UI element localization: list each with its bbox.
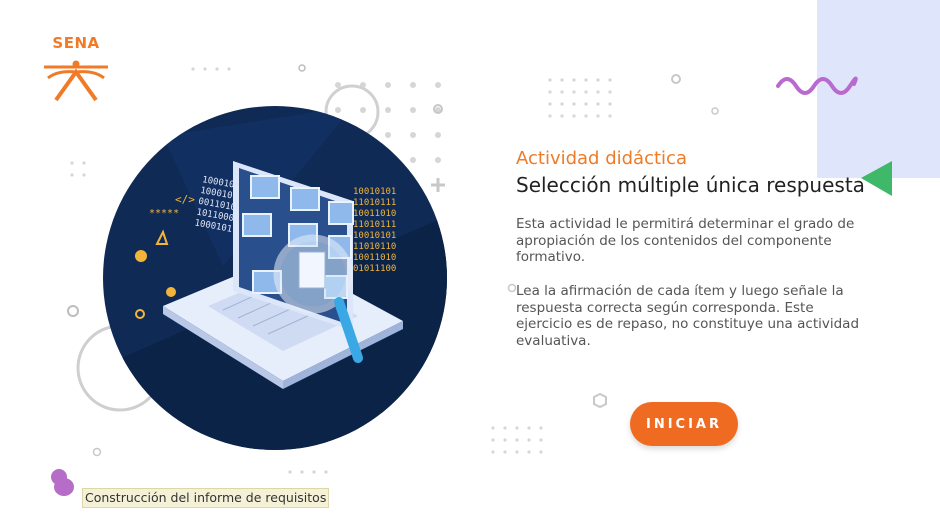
start-button[interactable]: INICIAR xyxy=(630,402,738,446)
decorative-dot xyxy=(596,78,600,82)
decorative-dot xyxy=(491,450,495,454)
svg-text:10010101: 10010101 xyxy=(353,187,396,197)
activity-title: Selección múltiple única respuesta xyxy=(516,173,865,197)
sena-logo-mark xyxy=(44,60,108,102)
svg-text:11010110: 11010110 xyxy=(353,242,396,252)
decorative-dot xyxy=(560,78,564,82)
hero-illustration: 10010101 11010111 10011010 11010111 1001… xyxy=(103,106,447,450)
decorative-dot xyxy=(560,114,564,118)
decorative-dot xyxy=(548,78,552,82)
decorative-dot xyxy=(70,173,74,177)
decorative-dot xyxy=(596,102,600,106)
decorative-dot xyxy=(584,78,588,82)
decorative-dot xyxy=(385,82,391,88)
svg-text:10010101: 10010101 xyxy=(353,231,396,241)
decorative-dot xyxy=(82,173,86,177)
decorative-dot xyxy=(548,102,552,106)
svg-text:*****: ***** xyxy=(149,208,179,219)
decorative-dot xyxy=(548,90,552,94)
svg-text:10011010: 10011010 xyxy=(353,253,396,263)
decorative-dot xyxy=(435,82,441,88)
decorative-blue-panel xyxy=(817,0,940,178)
decorative-dot xyxy=(515,450,519,454)
svg-text:11010111: 11010111 xyxy=(353,220,396,230)
decorative-dot xyxy=(410,82,416,88)
decorative-dot xyxy=(70,161,74,165)
decorative-dot xyxy=(608,114,612,118)
decorative-dot xyxy=(335,82,341,88)
decorative-dot xyxy=(324,470,328,474)
decorative-dot xyxy=(572,90,576,94)
decorative-dot xyxy=(548,114,552,118)
activity-instructions: Lea la afirmación de cada ítem y luego s… xyxy=(516,283,860,349)
decorative-dot xyxy=(560,102,564,106)
decorative-dot xyxy=(572,102,576,106)
decorative-dot xyxy=(584,102,588,106)
decorative-dot xyxy=(503,450,507,454)
decorative-dot xyxy=(596,114,600,118)
decorative-dot xyxy=(203,67,207,71)
decorative-dot xyxy=(515,438,519,442)
course-name-label: Construcción del informe de requisitos xyxy=(82,488,330,508)
svg-text:01011100: 01011100 xyxy=(353,264,396,274)
decorative-dot xyxy=(503,438,507,442)
decorative-dot xyxy=(491,438,495,442)
decorative-dot xyxy=(191,67,195,71)
decorative-dot xyxy=(584,114,588,118)
activity-description: Esta actividad le permitirá determinar e… xyxy=(516,216,855,265)
decorative-dot xyxy=(539,438,543,442)
svg-text:11010111: 11010111 xyxy=(353,198,396,208)
svg-text:10011010: 10011010 xyxy=(353,209,396,219)
decorative-dot xyxy=(527,450,531,454)
decorative-dot xyxy=(360,82,366,88)
decorative-dot xyxy=(300,470,304,474)
decorative-dot xyxy=(539,426,543,430)
decorative-dot xyxy=(82,161,86,165)
decorative-dot xyxy=(515,426,519,430)
sena-logo: SENA xyxy=(38,34,114,104)
decorative-dot xyxy=(527,426,531,430)
decorative-dot xyxy=(584,90,588,94)
decorative-dot xyxy=(503,426,507,430)
svg-text:</>: </> xyxy=(175,193,195,206)
decorative-dot xyxy=(491,426,495,430)
decorative-dot xyxy=(312,470,316,474)
decorative-dot xyxy=(596,90,600,94)
decorative-dot xyxy=(572,78,576,82)
decorative-dot xyxy=(527,438,531,442)
decorative-dot xyxy=(572,114,576,118)
decorative-dot xyxy=(608,102,612,106)
decorative-dot xyxy=(539,450,543,454)
activity-category: Actividad didáctica xyxy=(516,148,687,169)
decorative-dot xyxy=(227,67,231,71)
decorative-dot xyxy=(608,90,612,94)
decorative-dot xyxy=(560,90,564,94)
decorative-dot xyxy=(288,470,292,474)
decorative-dot xyxy=(215,67,219,71)
decorative-dot xyxy=(608,78,612,82)
